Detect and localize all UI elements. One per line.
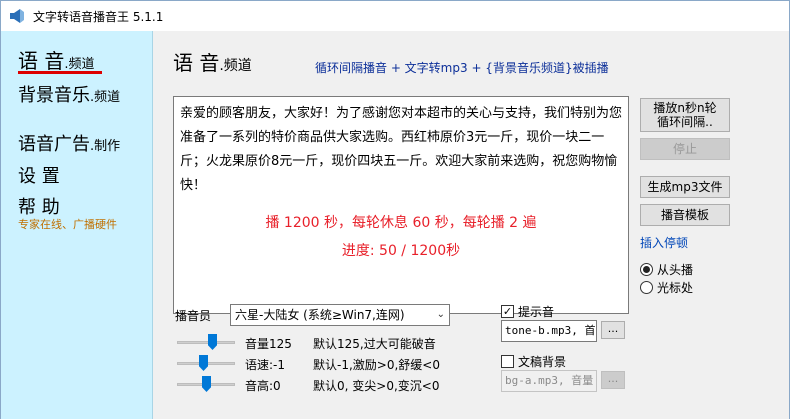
voice-selected: 六星-大陆女 (系统≥Win7,连网) [235,308,405,322]
page-subtitle: 循环间隔播音 + 文字转mp3 + {背景音乐频道}被插播 [315,61,609,75]
progress-text: 进度: 50 / 1200秒 [341,243,461,259]
pitch-label: 音高:0 [245,379,281,393]
page-title: 语 音.频道 [173,47,252,76]
main-panel: 语 音.频道 循环间隔播音 + 文字转mp3 + {背景音乐频道}被插播 亲爱的… [153,31,789,419]
play-loop-label-1: 播放n秒n轮 [653,101,717,115]
script-bg-browse-button[interactable]: ... [601,371,625,389]
sidebar-item-settings[interactable]: 设 置 [18,162,60,188]
radio-dot [640,263,653,276]
radio-from-start[interactable]: 从头播 [640,261,693,278]
script-bg-checkbox[interactable]: 文稿背景 [501,353,566,370]
sidebar-item-suffix: .频道 [90,90,121,105]
prompt-sound-checkbox[interactable]: ✓ 提示音 [501,303,554,320]
sidebar: 语 音.频道 背景音乐.频道 语音广告.制作 设 置 帮 助 专家在线、广播硬件 [1,31,153,419]
volume-label: 音量125 [245,337,292,351]
window-title: 文字转语音播音王 5.1.1 [33,9,164,24]
sidebar-item-label: 语 音 [18,49,65,73]
radio-label: 从头播 [657,263,694,277]
sidebar-item-label: 帮 助 [18,197,60,218]
checkbox-label: 文稿背景 [518,355,567,369]
sidebar-item-label: 背景音乐 [18,85,90,106]
checkbox-box [501,355,514,368]
script-textarea[interactable]: 亲爱的顾客朋友，大家好！为了感谢您对本超市的关心与支持，我们特别为您准备了一系列… [173,96,629,314]
prompt-sound-browse-button[interactable]: ... [601,321,625,339]
script-bg-file[interactable]: bg-a.mp3, 音量 [501,370,597,392]
make-mp3-button[interactable]: 生成mp3文件 [640,176,730,198]
play-loop-button[interactable]: 播放n秒n轮 循环间隔.. [640,98,730,132]
sidebar-item-label: 设 置 [18,166,60,187]
insert-pause-link[interactable]: 插入停顿 [640,234,688,251]
speaker-icon [10,9,24,23]
pitch-hint: 默认0, 变尖>0,变沉<0 [313,379,440,393]
slider-thumb[interactable] [202,376,211,392]
speed-label: 语速:-1 [245,358,286,372]
slider-thumb[interactable] [208,334,217,350]
volume-slider[interactable] [177,332,235,352]
checkbox-label: 提示音 [518,305,555,319]
help-subtext[interactable]: 专家在线、广播硬件 [18,216,117,232]
title-bar: 文字转语音播音王 5.1.1 [1,1,789,31]
app-window: 文字转语音播音王 5.1.1 语 音.频道 背景音乐.频道 语音广告.制作 设 … [0,0,790,419]
sidebar-item-voice[interactable]: 语 音.频道 [18,45,95,74]
template-button[interactable]: 播音模板 [640,204,730,226]
page-title-suffix: .频道 [219,58,252,74]
radio-from-cursor[interactable]: 光标处 [640,279,693,296]
sidebar-item-label: 语音广告 [18,134,90,155]
play-status-text: 播 1200 秒，每轮休息 60 秒，每轮播 2 遍 [265,215,537,231]
speed-slider[interactable] [177,353,235,373]
prompt-sound-file[interactable]: tone-b.mp3, 首 [501,320,597,342]
sidebar-item-voice-ad[interactable]: 语音广告.制作 [18,130,120,156]
active-indicator [18,71,102,74]
radio-label: 光标处 [657,281,694,295]
play-loop-label-2: 循环间隔.. [657,115,713,129]
volume-hint: 默认125,过大可能破音 [313,337,436,351]
radio-dot [640,281,653,294]
slider-track [177,341,235,344]
stop-button[interactable]: 停止 [640,138,730,160]
voice-select[interactable]: 六星-大陆女 (系统≥Win7,连网) ⌄ [230,304,450,326]
speed-hint: 默认-1,激励>0,舒缓<0 [313,358,440,372]
sidebar-item-background-music[interactable]: 背景音乐.频道 [18,81,120,107]
pitch-slider[interactable] [177,374,235,394]
page-title-main: 语 音 [173,51,220,75]
slider-thumb[interactable] [199,355,208,371]
voice-label: 播音员 [175,309,212,323]
script-text: 亲爱的顾客朋友，大家好！为了感谢您对本超市的关心与支持，我们特别为您准备了一系列… [180,106,623,193]
checkmark-icon: ✓ [501,305,514,318]
sidebar-item-suffix: .制作 [90,139,121,154]
sidebar-item-suffix: .频道 [64,57,95,72]
chevron-down-icon: ⌄ [436,309,445,320]
